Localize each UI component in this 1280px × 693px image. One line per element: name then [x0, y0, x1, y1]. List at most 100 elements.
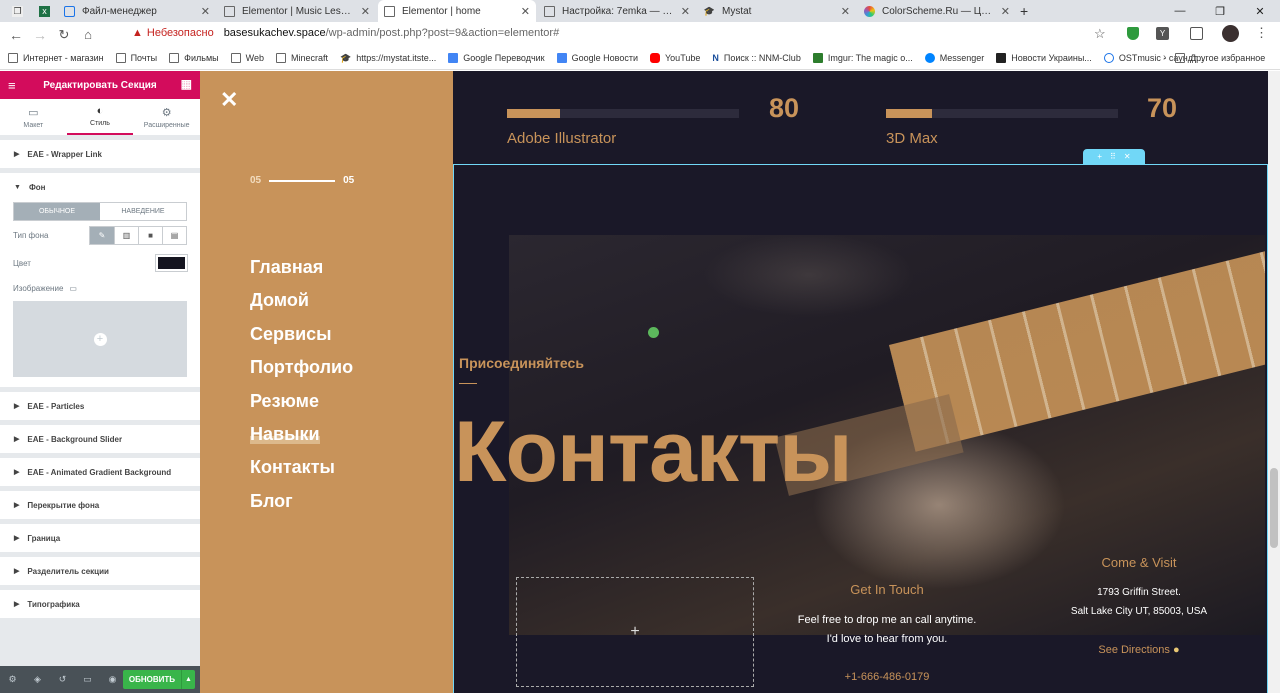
- browser-tab-active[interactable]: Elementor | home ✕: [378, 0, 536, 22]
- section-typography[interactable]: ▶ Типографика: [0, 590, 200, 618]
- close-window-icon[interactable]: ✕: [1240, 0, 1280, 22]
- bookmark[interactable]: Интернет - магазин: [8, 53, 104, 63]
- close-tab-icon[interactable]: ✕: [681, 5, 690, 18]
- forward-icon[interactable]: →: [28, 27, 52, 43]
- nav-item-resume[interactable]: Резюме: [250, 388, 353, 421]
- nav-item-portfolio[interactable]: Портфолио: [250, 354, 353, 387]
- video-icon[interactable]: ■: [138, 226, 162, 244]
- caret-up-icon[interactable]: ▲: [181, 670, 195, 689]
- grid-icon[interactable]: ▦: [181, 77, 192, 91]
- new-tab-button[interactable]: +: [1014, 0, 1034, 22]
- section-background-overlay[interactable]: ▶ Перекрытие фона: [0, 491, 200, 519]
- browser-toolbar: ← → ↻ ⌂ ▲ Небезопасно basesukachev.space/w…: [0, 22, 1280, 47]
- browser-tab[interactable]: ❐: [6, 0, 30, 22]
- folder-icon: [230, 53, 241, 63]
- background-section-header[interactable]: ▼ Фон: [14, 173, 187, 201]
- bookmark[interactable]: Messenger: [924, 53, 984, 63]
- tab-layout[interactable]: ▭ Макет: [0, 99, 67, 135]
- bookmark[interactable]: Minecraft: [275, 53, 328, 63]
- bookmark[interactable]: Imgur: The magic o...: [812, 53, 913, 63]
- update-button[interactable]: ОБНОВИТЬ ▲: [123, 670, 195, 689]
- lightbulb-icon: ●: [1172, 644, 1180, 656]
- color-row: Цвет: [13, 249, 188, 277]
- browser-tab[interactable]: Elementor | Music Lessons Teach ✕: [218, 0, 376, 22]
- section-particles[interactable]: ▶ EAE - Particles: [0, 392, 200, 420]
- nav-item-home[interactable]: Главная: [250, 254, 353, 287]
- section-shape-divider[interactable]: ▶ Разделитель секции: [0, 557, 200, 585]
- nav-item-domoy[interactable]: Домой: [250, 287, 353, 320]
- empty-column-dropzone[interactable]: +: [516, 577, 754, 687]
- tab-normal[interactable]: ОБЫЧНОЕ: [14, 203, 100, 220]
- responsive-icon[interactable]: ▭: [75, 674, 100, 685]
- slideshow-icon[interactable]: ▤: [162, 226, 186, 244]
- bookmark[interactable]: Google Новости: [556, 53, 638, 63]
- chevron-right-icon[interactable]: ›: [1163, 52, 1166, 63]
- caret-down-icon: ▼: [14, 183, 21, 191]
- section-animated-gradient[interactable]: ▶ EAE - Animated Gradient Background: [0, 458, 200, 486]
- bookmark[interactable]: YouTube: [650, 53, 700, 63]
- page-scrollbar[interactable]: [1268, 71, 1280, 693]
- browser-tab[interactable]: Настройка: 7emka — Сайт порт ✕: [538, 0, 696, 22]
- brush-icon[interactable]: ✎: [90, 226, 114, 244]
- browser-tab[interactable]: Файл-менеджер ✕: [58, 0, 216, 22]
- contact-section[interactable]: Присоединяйтесь Контакты + Get In Touch …: [453, 164, 1268, 693]
- color-swatch[interactable]: [155, 254, 188, 272]
- close-icon[interactable]: ✕: [220, 87, 238, 113]
- reload-icon[interactable]: ↻: [52, 27, 76, 43]
- history-icon[interactable]: ↺: [50, 674, 75, 685]
- tab-hover[interactable]: НАВЕДЕНИЕ: [100, 203, 186, 220]
- nav-item-services[interactable]: Сервисы: [250, 321, 353, 354]
- navigator-icon[interactable]: ◈: [25, 674, 50, 685]
- bookmark[interactable]: N Поиск :: NNM-Club: [712, 53, 800, 63]
- gradient-icon[interactable]: ▥: [114, 226, 138, 244]
- nav-item-skills[interactable]: Навыки: [250, 421, 353, 454]
- site-preview: ✕ 05 05 Главная Домой Сервисы Портфолио …: [200, 71, 1268, 693]
- section-border[interactable]: ▶ Граница: [0, 524, 200, 552]
- close-tab-icon[interactable]: ✕: [1001, 5, 1010, 18]
- close-tab-icon[interactable]: ✕: [841, 5, 850, 18]
- browser-tab[interactable]: ColorScheme.Ru — Цветовой к ✕: [858, 0, 1016, 22]
- section-handle[interactable]: + ⠿ ✕: [1083, 149, 1145, 164]
- section-background-slider[interactable]: ▶ EAE - Background Slider: [0, 425, 200, 453]
- browser-tab[interactable]: x: [33, 0, 57, 22]
- add-icon[interactable]: +: [1097, 152, 1102, 161]
- desktop-icon[interactable]: ▭: [69, 284, 77, 293]
- back-icon[interactable]: ←: [4, 27, 28, 43]
- bookmark[interactable]: 🎓 https://mystat.itste...: [340, 53, 436, 64]
- minimize-icon[interactable]: —: [1160, 0, 1200, 22]
- bookmark[interactable]: Фильмы: [169, 53, 219, 63]
- section-wrapper-link[interactable]: ▶ EAE - Wrapper Link: [0, 140, 200, 168]
- phone-number[interactable]: +1-666-486-0179: [812, 671, 962, 683]
- tab-style[interactable]: ◐ Стиль: [66, 99, 134, 135]
- bookmark[interactable]: Почты: [115, 53, 157, 63]
- cast-icon[interactable]: [1190, 27, 1203, 40]
- star-icon[interactable]: ☆: [1094, 26, 1106, 42]
- other-bookmarks[interactable]: Другое избранное: [1175, 53, 1265, 63]
- preview-eye-icon[interactable]: ◉: [100, 674, 125, 685]
- image-upload[interactable]: +: [13, 301, 187, 377]
- hamburger-icon[interactable]: ≡: [8, 78, 16, 93]
- restore-icon[interactable]: ❐: [1200, 0, 1240, 22]
- shield-extension-icon[interactable]: [1127, 27, 1139, 40]
- drag-handle-icon[interactable]: ⠿: [1110, 152, 1116, 161]
- settings-icon[interactable]: ⚙: [0, 674, 25, 685]
- home-icon[interactable]: ⌂: [76, 27, 100, 42]
- close-tab-icon[interactable]: ✕: [201, 5, 210, 18]
- bookmark[interactable]: Новости Украины...: [996, 53, 1092, 63]
- see-directions-link[interactable]: See Directions ●: [1064, 644, 1214, 656]
- menu-icon[interactable]: ⋮: [1255, 25, 1268, 41]
- extension-icon[interactable]: Y: [1156, 27, 1169, 40]
- address-bar[interactable]: ▲ Небезопасно basesukachev.space/wp-admin/…: [132, 27, 559, 39]
- nav-item-blog[interactable]: Блог: [250, 488, 353, 521]
- bookmark[interactable]: Web: [230, 53, 264, 63]
- caret-right-icon: ▶: [14, 535, 20, 542]
- tab-advanced[interactable]: ⚙ Расширенные: [133, 99, 200, 135]
- scrollbar-thumb[interactable]: [1270, 468, 1278, 548]
- bookmark[interactable]: Google Переводчик: [448, 53, 545, 63]
- avatar[interactable]: [1222, 25, 1239, 42]
- close-tab-icon[interactable]: ✕: [521, 5, 530, 18]
- nav-item-contacts[interactable]: Контакты: [250, 454, 353, 487]
- delete-icon[interactable]: ✕: [1124, 152, 1131, 161]
- browser-tab[interactable]: 🎓 Mystat ✕: [698, 0, 856, 22]
- close-tab-icon[interactable]: ✕: [361, 5, 370, 18]
